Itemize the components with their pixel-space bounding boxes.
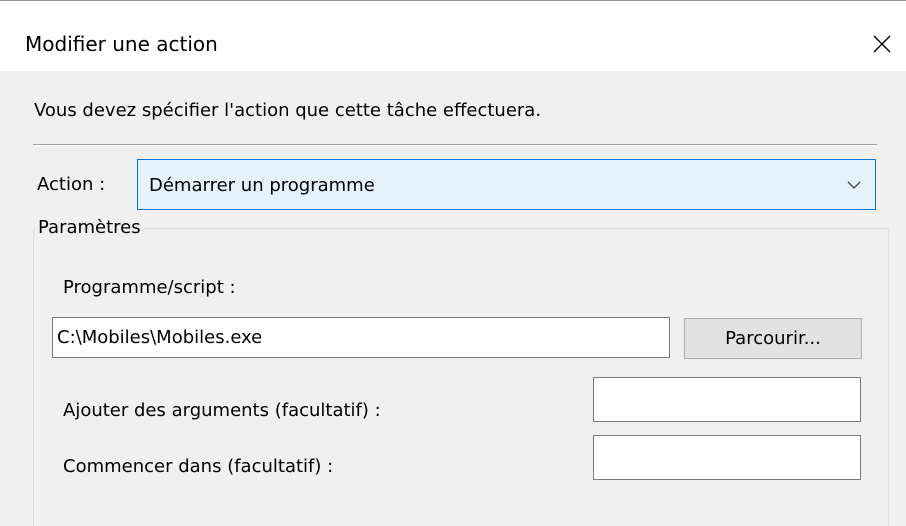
action-dropdown[interactable]: Démarrer un programme [137,159,876,210]
instruction-text: Vous devez spécifier l'action que cette … [34,100,542,121]
close-icon [873,35,891,53]
action-dropdown-value: Démarrer un programme [149,175,375,196]
arguments-input[interactable] [593,377,861,422]
action-label: Action : [37,174,106,195]
browse-button[interactable]: Parcourir... [684,318,862,359]
start-in-label: Commencer dans (facultatif) : [63,456,334,477]
start-in-input[interactable] [593,435,861,480]
close-button[interactable] [860,23,904,63]
header-separator [33,144,877,146]
dialog-body: Vous devez spécifier l'action que cette … [0,71,906,526]
program-script-label: Programme/script : [63,277,236,298]
program-script-input[interactable] [52,317,670,358]
edit-action-dialog: Modifier une action Vous devez spécifier… [0,0,906,526]
title-bar[interactable]: Modifier une action [0,1,906,71]
chevron-down-icon [847,181,861,189]
parameters-group-title: Paramètres [36,216,144,240]
window-title: Modifier une action [25,32,218,56]
arguments-label: Ajouter des arguments (facultatif) : [63,400,381,421]
